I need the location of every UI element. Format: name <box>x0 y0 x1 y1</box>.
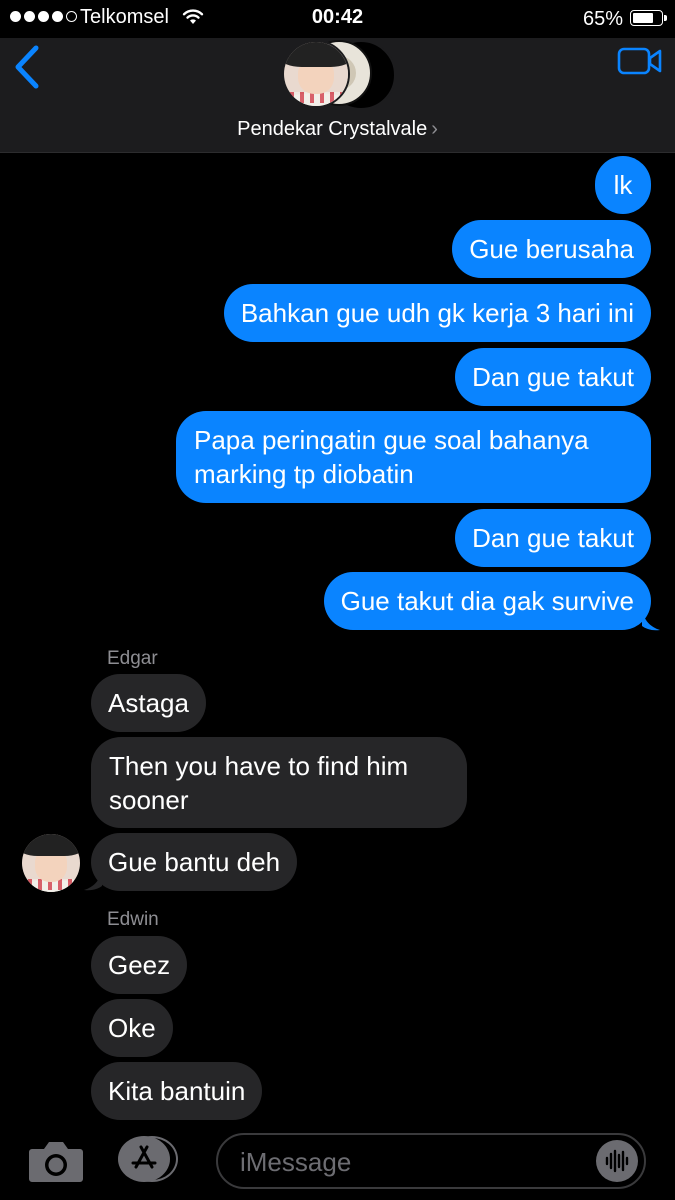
bubble-tail <box>642 610 660 631</box>
message-text: Gue berusaha <box>469 234 634 264</box>
battery-percentage: 65% <box>582 8 623 30</box>
message-bubble-outgoing[interactable]: Bahkan gue udh gk kerja 3 hari ini <box>223 284 651 342</box>
message-input-container <box>216 1133 646 1189</box>
message-bubble-outgoing[interactable]: Dan gue takut <box>455 509 651 567</box>
audio-waveform-icon[interactable] <box>596 1140 638 1182</box>
message-bubble-incoming[interactable]: Then you have to find him sooner <box>91 737 467 828</box>
message-text: Papa peringatin gue soal bahanya marking… <box>194 425 589 489</box>
conversation-header: Pendekar Crystalvale › <box>0 38 675 153</box>
sender-name: Edgar <box>107 648 158 669</box>
video-camera-icon[interactable] <box>617 46 663 76</box>
app-store-icon[interactable] <box>118 1136 178 1182</box>
message-text: Kita bantuin <box>108 1076 246 1106</box>
message-text: Astaga <box>108 688 189 718</box>
contact-name-button[interactable]: Pendekar Crystalvale › <box>0 118 675 141</box>
composer-bar <box>0 1125 675 1200</box>
message-text: Oke <box>108 1013 156 1043</box>
battery-icon <box>630 10 663 26</box>
message-text: Then you have to find him sooner <box>109 751 409 815</box>
battery-tip <box>664 15 667 21</box>
group-avatars[interactable] <box>282 38 397 113</box>
message-text: Geez <box>108 950 171 980</box>
message-text: Dan gue takut <box>472 362 634 392</box>
message-text: lk <box>613 170 633 200</box>
message-bubble-outgoing[interactable]: lk <box>595 156 651 214</box>
message-bubble-outgoing[interactable]: Gue berusaha <box>452 220 651 278</box>
message-text: Gue bantu deh <box>108 847 281 877</box>
message-bubble-incoming[interactable]: Astaga <box>91 674 206 732</box>
clock: 00:42 <box>311 6 364 28</box>
message-input[interactable] <box>238 1143 582 1181</box>
message-bubble-incoming[interactable]: Oke <box>91 999 173 1057</box>
message-bubble-outgoing[interactable]: Papa peringatin gue soal bahanya marking… <box>176 411 651 503</box>
message-text: Bahkan gue udh gk kerja 3 hari ini <box>240 298 634 328</box>
chevron-left-icon[interactable] <box>12 44 42 90</box>
message-bubble-outgoing[interactable]: Gue takut dia gak survive <box>323 572 651 630</box>
message-bubble-outgoing[interactable]: Dan gue takut <box>455 348 651 406</box>
avatar[interactable] <box>22 834 80 892</box>
status-bar: Telkomsel 00:42 65% <box>0 0 675 38</box>
message-bubble-incoming[interactable]: Gue bantu deh <box>91 833 298 891</box>
message-text: Gue takut dia gak survive <box>340 586 634 616</box>
contact-name: Pendekar Crystalvale <box>237 118 428 140</box>
chevron-right-icon: › <box>431 118 438 140</box>
message-bubble-incoming[interactable]: Kita bantuin <box>91 1062 263 1120</box>
sender-name: Edwin <box>107 909 159 930</box>
avatar <box>282 40 350 108</box>
bubble-tail <box>84 870 102 891</box>
camera-icon[interactable] <box>28 1139 84 1183</box>
message-bubble-incoming[interactable]: Geez <box>91 936 188 994</box>
message-text: Dan gue takut <box>472 523 634 553</box>
